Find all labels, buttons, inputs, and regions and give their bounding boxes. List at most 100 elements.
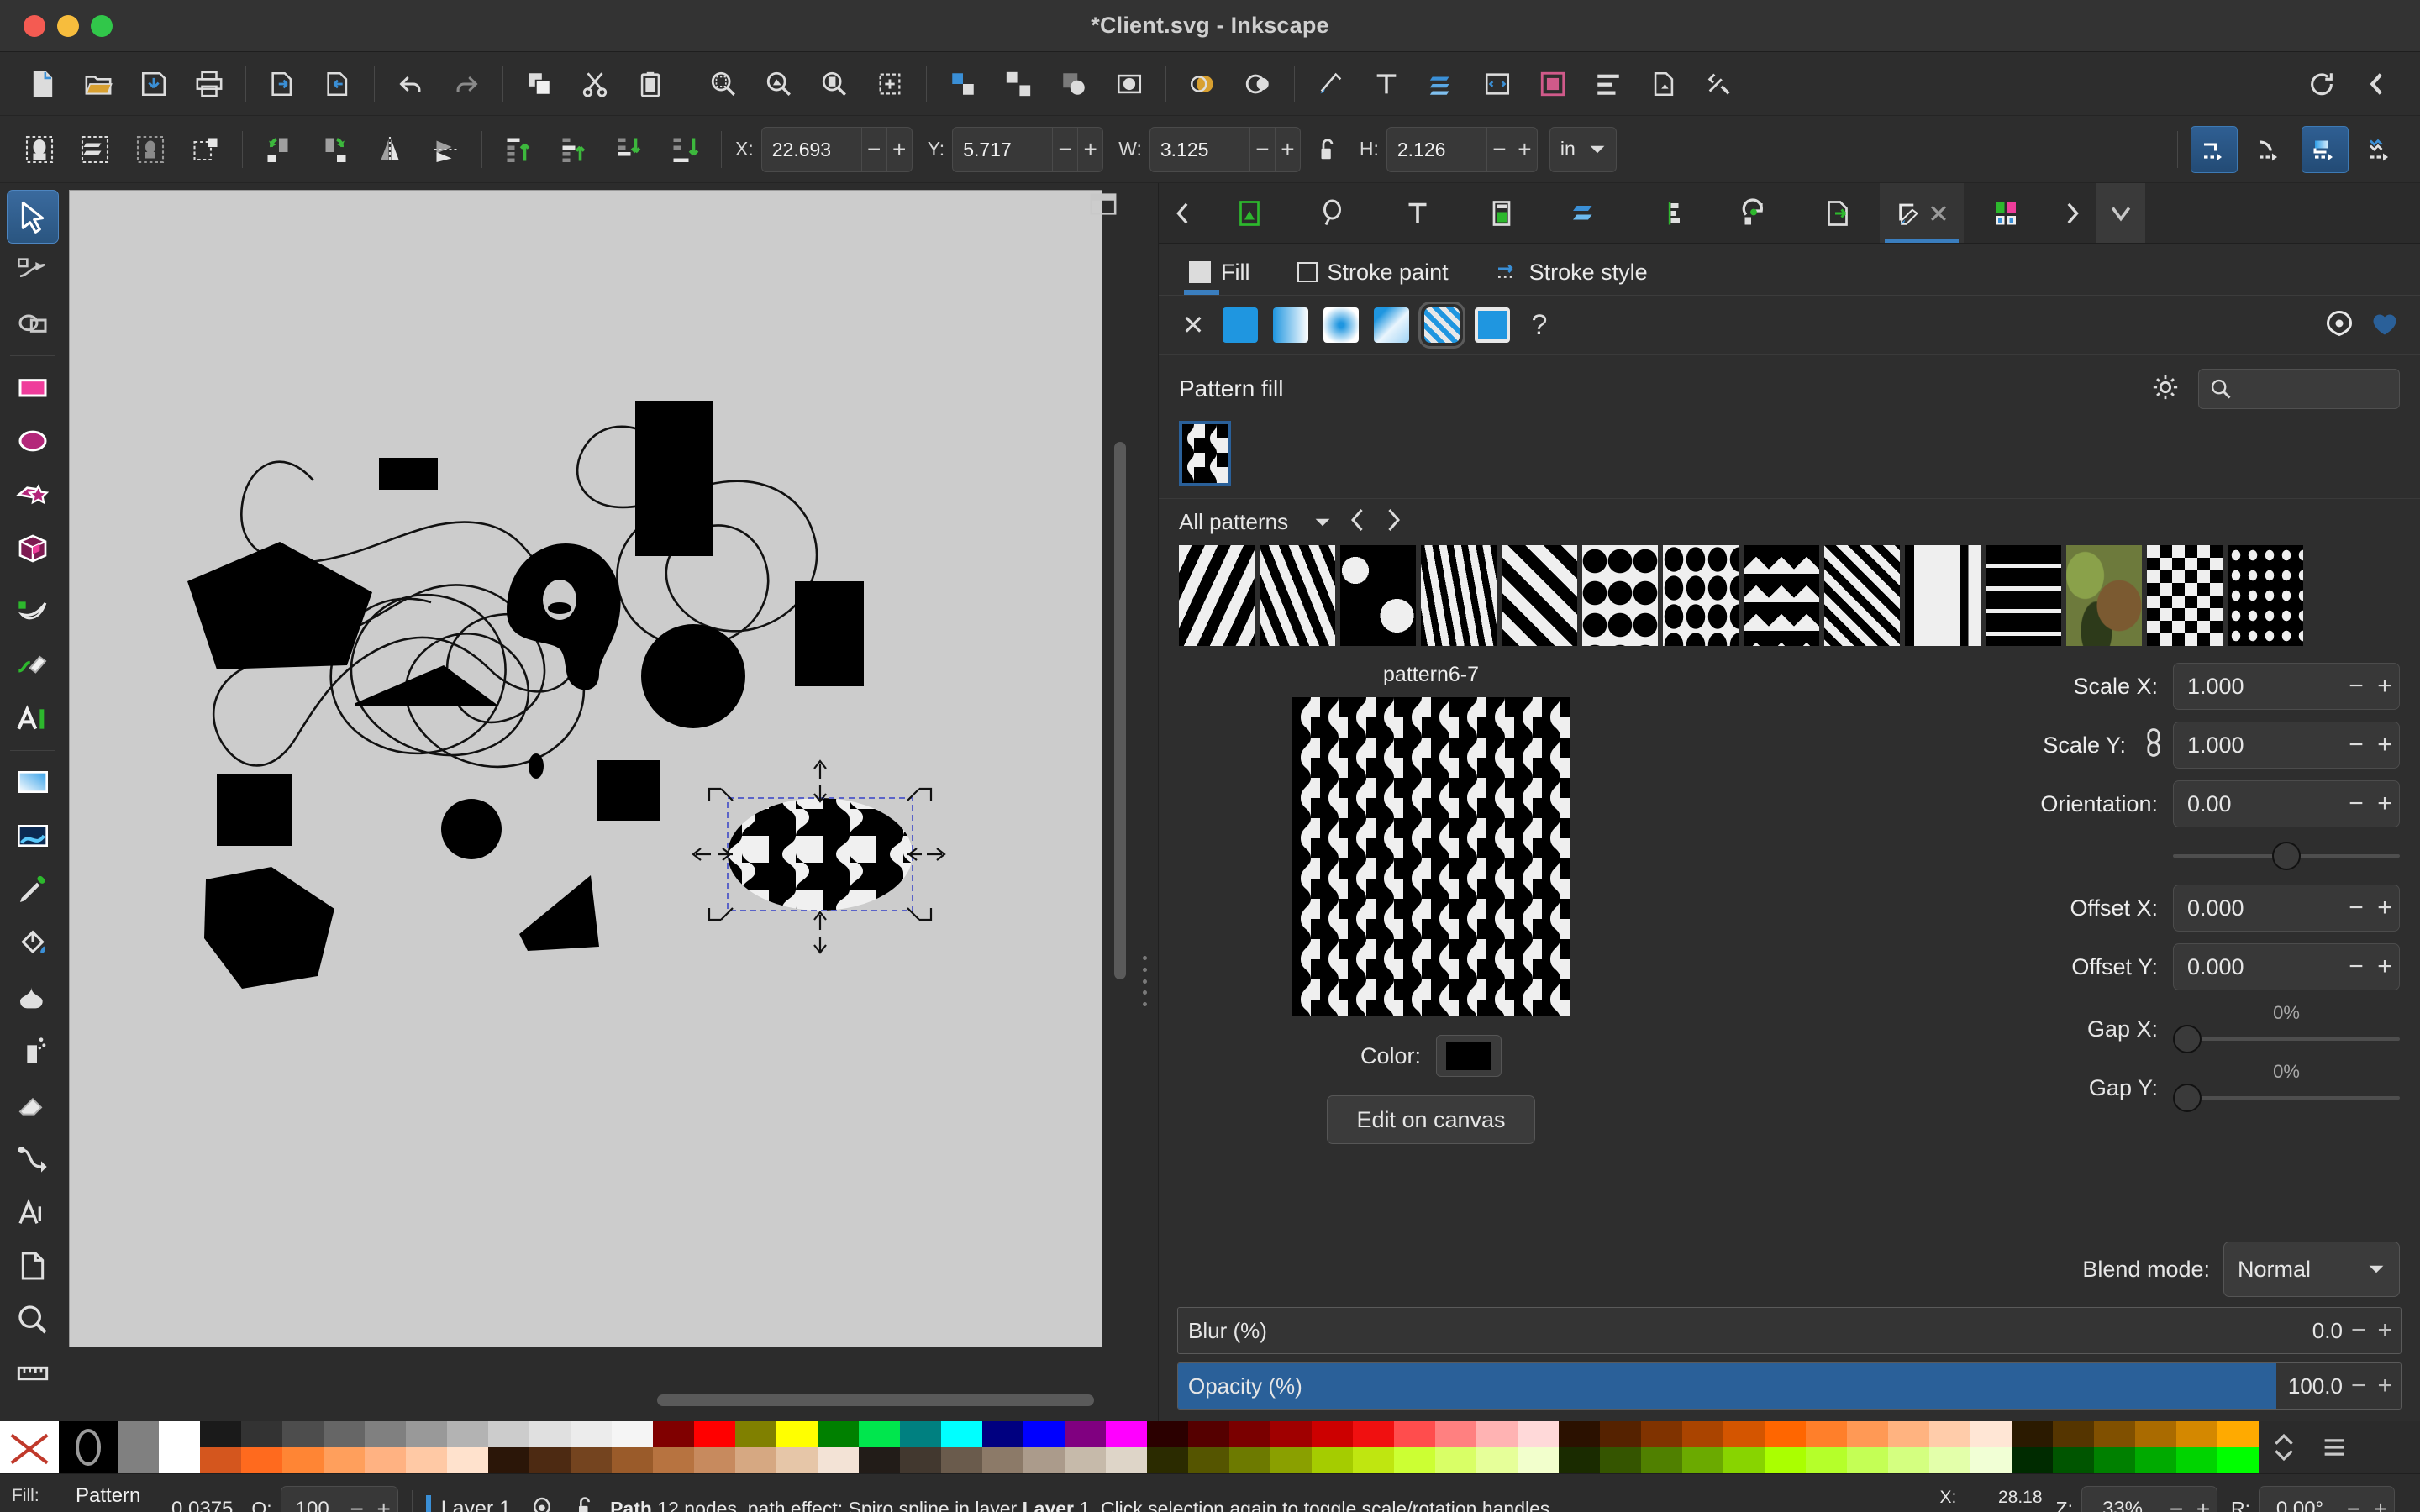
x-decrement-button[interactable]: − — [860, 127, 886, 171]
opacity-value[interactable]: 100 — [281, 1498, 344, 1512]
palette-swatch-black-ring[interactable] — [59, 1421, 118, 1473]
lower-to-bottom-icon[interactable] — [661, 126, 708, 173]
mask-icon[interactable] — [1107, 61, 1152, 107]
gap-x-row[interactable]: Gap X: 0% — [1691, 1002, 2400, 1056]
canvas-horizontal-scrollbar[interactable] — [69, 1394, 1104, 1406]
pattern-thumb-brick[interactable] — [1986, 545, 2061, 646]
palette-swatch[interactable] — [2094, 1421, 2135, 1473]
scale-y-decrement[interactable]: − — [2342, 731, 2370, 759]
cut-icon[interactable] — [572, 61, 618, 107]
flip-horizontal-icon[interactable] — [366, 126, 413, 173]
dialog-tab-strip[interactable] — [1159, 183, 2420, 244]
y-increment-button[interactable]: + — [1077, 127, 1102, 171]
spray-tool[interactable] — [7, 1024, 59, 1078]
pattern-search-input[interactable] — [2198, 369, 2400, 409]
palette-swatch[interactable] — [1929, 1421, 1970, 1473]
opacity-slider[interactable]: Opacity (%) 100.0 − + — [1177, 1362, 2402, 1410]
pattern-editor-body[interactable]: pattern6-7 Color: Edit on canvas Scale X… — [1159, 654, 2420, 1144]
palette-swatch[interactable] — [1476, 1421, 1518, 1473]
scale-x-increment[interactable]: + — [2370, 672, 2399, 701]
gap-y-slider[interactable] — [2173, 1081, 2400, 1115]
copy-icon[interactable] — [517, 61, 562, 107]
flat-color-button[interactable] — [1223, 307, 1258, 343]
palette-swatch[interactable] — [1312, 1421, 1353, 1473]
pattern-filter-select[interactable]: All patterns — [1179, 509, 1332, 535]
no-paint-button[interactable]: ✕ — [1179, 307, 1207, 343]
canvas-vertical-scrollbar[interactable] — [1114, 190, 1126, 1347]
text-tool[interactable] — [7, 692, 59, 746]
blur-value-group[interactable]: 0.0 − + — [2300, 1308, 2401, 1353]
fill-stroke-tabs[interactable]: Fill Stroke paint Stroke style — [1159, 244, 2420, 296]
objects-icon[interactable] — [1530, 61, 1576, 107]
rotation-control[interactable]: R: 0.00° − + — [2231, 1485, 2395, 1512]
palette-swatch[interactable] — [406, 1421, 447, 1473]
linear-gradient-button[interactable] — [1273, 307, 1308, 343]
w-field-group[interactable]: W: 3.125 − + — [1118, 126, 1301, 172]
edit-on-canvas-button[interactable]: Edit on canvas — [1327, 1095, 1535, 1144]
duplicate-icon[interactable] — [867, 61, 913, 107]
selector-tool-options-bar[interactable]: X: 22.693 − + Y: 5.717 − + W: 3.125 − + … — [0, 116, 2420, 183]
scale-x-input[interactable]: 1.000 − + — [2173, 663, 2400, 710]
gear-icon[interactable] — [2151, 373, 2180, 406]
opacity-decrement[interactable]: − — [344, 1496, 371, 1512]
palette-swatch[interactable] — [1682, 1421, 1723, 1473]
palette-swatch[interactable] — [653, 1421, 694, 1473]
tab-find-replace[interactable] — [1292, 183, 1376, 243]
scale-x-row[interactable]: Scale X: 1.000 − + — [1691, 663, 2400, 710]
palette-swatch[interactable] — [1270, 1421, 1312, 1473]
zoom-control[interactable]: Z: 33% − + — [2056, 1485, 2217, 1512]
pattern-thumb-chevrons[interactable] — [1824, 545, 1900, 646]
rotate-cw-icon[interactable] — [311, 126, 358, 173]
selector-tool[interactable] — [7, 190, 59, 244]
swatch-button[interactable] — [1475, 307, 1510, 343]
rotation-decrement[interactable]: − — [2340, 1496, 2367, 1512]
fill-indicator[interactable]: Fill: Pattern — [12, 1483, 163, 1509]
vertical-scroll-thumb[interactable] — [1114, 442, 1126, 979]
lpe-tool[interactable] — [7, 1185, 59, 1239]
y-decrement-button[interactable]: − — [1052, 127, 1077, 171]
blur-slider[interactable]: Blur (%) 0.0 − + — [1177, 1307, 2402, 1354]
link-icon[interactable] — [2141, 727, 2166, 763]
pattern-thumb-diamond-grid[interactable] — [2228, 545, 2303, 646]
scale-x-decrement[interactable]: − — [2342, 672, 2370, 701]
scale-y-value[interactable]: 1.000 — [2174, 732, 2342, 759]
measure-tool[interactable] — [7, 1347, 59, 1400]
y-input[interactable]: 5.717 − + — [952, 126, 1104, 172]
palette-swatch[interactable] — [1806, 1421, 1847, 1473]
blur-increment[interactable]: + — [2374, 1316, 2396, 1345]
tab-swatches[interactable] — [1964, 183, 2048, 243]
select-all-icon[interactable] — [16, 126, 63, 173]
offset-y-input[interactable]: 0.000 − + — [2173, 943, 2400, 990]
lock-open-icon[interactable] — [1304, 126, 1351, 173]
x-increment-button[interactable]: + — [886, 127, 912, 171]
drawing-canvas[interactable] — [69, 190, 1102, 1347]
orientation-increment[interactable]: + — [2370, 790, 2399, 818]
palette-swatch[interactable] — [818, 1421, 859, 1473]
zoom-tool[interactable] — [7, 1293, 59, 1347]
rotate-ccw-icon[interactable] — [255, 126, 302, 173]
undo-icon[interactable] — [388, 61, 434, 107]
gallery-next-button[interactable] — [1384, 507, 1402, 537]
paste-icon[interactable] — [628, 61, 673, 107]
blur-decrement[interactable]: − — [2348, 1316, 2370, 1345]
chevron-down-icon[interactable] — [2096, 183, 2145, 243]
palette-swatch[interactable] — [1147, 1421, 1188, 1473]
palette-swatch[interactable] — [735, 1421, 776, 1473]
rotation-input[interactable]: 0.00° − + — [2259, 1485, 2395, 1512]
deselect-icon[interactable] — [182, 126, 229, 173]
raise-to-top-icon[interactable] — [495, 126, 542, 173]
palette-swatch[interactable] — [2217, 1421, 2259, 1473]
star-tool[interactable] — [7, 468, 59, 522]
x-value[interactable]: 22.693 — [762, 128, 861, 171]
xml-editor-icon[interactable] — [1475, 61, 1520, 107]
gap-y-slider-knob[interactable] — [2173, 1084, 2202, 1112]
unit-select[interactable]: in — [1549, 126, 1617, 172]
pattern-thumb-wavy-checker[interactable] — [1179, 545, 1255, 646]
page-tool[interactable] — [7, 1239, 59, 1293]
import-icon[interactable] — [260, 61, 305, 107]
rectangle-tool[interactable] — [7, 360, 59, 414]
offset-x-decrement[interactable]: − — [2342, 894, 2370, 922]
preferences-icon[interactable] — [1697, 61, 1742, 107]
layer-name[interactable]: Layer 1 — [441, 1497, 511, 1512]
undo-history-icon[interactable] — [2299, 61, 2344, 107]
